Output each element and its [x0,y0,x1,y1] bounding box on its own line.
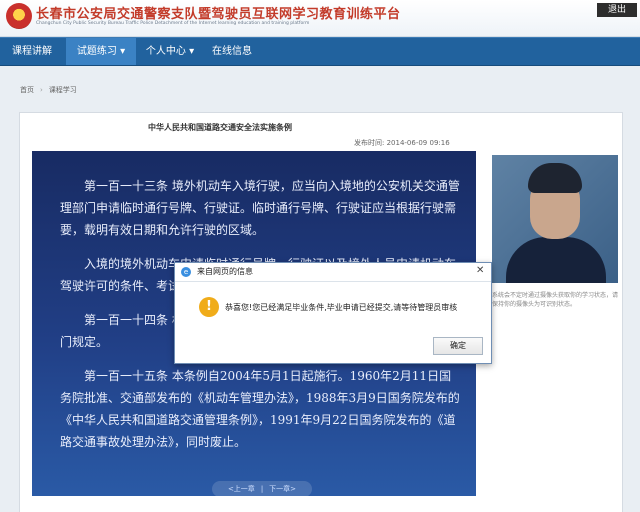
ok-button[interactable]: 确定 [433,337,483,355]
photo-shirt [506,237,606,283]
nav-item-courses[interactable]: 课程讲解 [0,38,64,65]
logout-button[interactable]: 退出 [597,3,637,17]
site-header: 长春市公安局交通警察支队暨驾驶员互联网学习教育训练平台 Changchun Ci… [0,0,640,37]
dialog-title: 来自网页的信息 [197,267,253,276]
main-nav: 课程讲解 试题练习 ▾ 个人中心 ▾ 在线信息 [0,37,640,66]
warning-icon: ! [199,297,219,317]
breadcrumb-separator: › [40,86,43,94]
pager-separator: | [260,485,264,493]
breadcrumb-home[interactable]: 首页 [20,86,34,94]
site-title: 长春市公安局交通警察支队暨驾驶员互联网学习教育训练平台 [36,7,401,22]
paragraph: 第一百一十五条 本条例自2004年5月1日起施行。1960年2月11日国务院批准… [60,369,460,449]
photo-hair [528,163,582,193]
nav-item-personal-center[interactable]: 个人中心 ▾ [138,38,202,65]
document-title: 中华人民共和国道路交通安全法实施条例 [148,123,292,132]
nav-item-practice[interactable]: 试题练习 ▾ [66,38,136,65]
site-subtitle: Changchun City Public Security Bureau Tr… [36,21,310,26]
paragraph: 第一百一十三条 境外机动车入境行驶，应当向入境地的公安机关交通管理部门申请临时通… [60,179,460,237]
close-icon[interactable]: ✕ [476,265,484,276]
dialog-titlebar: e 来自网页的信息 ✕ [175,263,491,282]
alert-dialog: e 来自网页的信息 ✕ ! 恭喜您!您已经满足毕业条件,毕业申请已经提交,请等待… [174,262,492,364]
breadcrumb-current: 课程学习 [48,86,77,94]
prev-chapter-link[interactable]: <上一章 [228,485,255,493]
publish-time: 发布时间: 2014-06-09 09:16 [354,139,450,147]
browser-icon: e [181,267,191,277]
dialog-message: 恭喜您!您已经满足毕业条件,毕业申请已经提交,请等待管理员审核 [225,303,458,312]
webcam-notice: 系统会不定时通过摄像头获取你的学习状态，请保持你的摄像头为可识别状态。 [492,292,619,308]
next-chapter-link[interactable]: 下一章> [269,485,296,493]
breadcrumb: 首页 › 课程学习 [20,80,620,100]
police-emblem-logo [6,3,32,29]
nav-item-online-info[interactable]: 在线信息 [204,38,260,65]
chapter-pager: <上一章 | 下一章> [212,481,312,496]
webcam-photo [492,155,618,283]
